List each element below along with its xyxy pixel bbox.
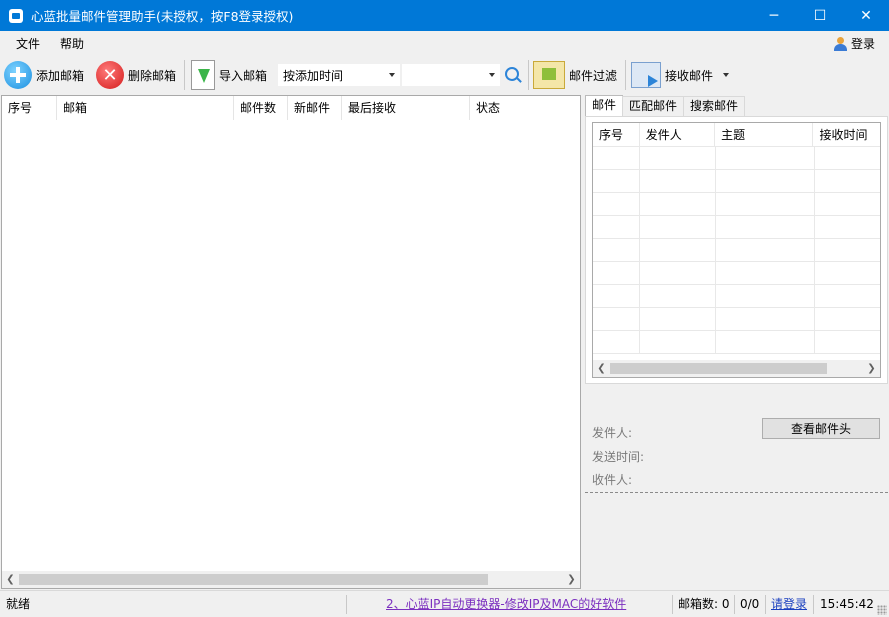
view-header-button[interactable]: 查看邮件头: [762, 418, 880, 439]
minimize-icon: ─: [769, 7, 779, 24]
toolbar-separator: [625, 60, 626, 90]
delete-mailbox-label: 删除邮箱: [128, 68, 177, 83]
table-row: [593, 331, 880, 354]
filter-icon: [533, 61, 565, 89]
user-icon: [833, 36, 847, 51]
table-row: [593, 170, 880, 193]
toolbar-separator: [528, 60, 529, 90]
add-mailbox-button[interactable]: 添加邮箱: [4, 58, 84, 92]
status-bar: 就绪 2、心蓝IP自动更换器-修改IP及MAC的好软件 邮箱数: 0 0/0 请…: [0, 590, 889, 617]
table-row: [593, 308, 880, 331]
status-separator: [734, 595, 735, 614]
filter-select[interactable]: [402, 64, 500, 86]
mailbox-table-header: 序号 邮箱 邮件数 新邮件 最后接收 状态: [2, 96, 580, 120]
mail-table-header: 序号 发件人 主题 接收时间: [593, 123, 880, 147]
scroll-left-icon[interactable]: ❮: [593, 360, 610, 377]
title-bar: 心蓝批量邮件管理助手(未授权，按F8登录授权) ─ ☐ ✕: [0, 0, 889, 31]
table-row: [593, 193, 880, 216]
menu-file[interactable]: 文件: [8, 35, 48, 52]
mail-list[interactable]: 序号 发件人 主题 接收时间 ❮ ❯: [592, 122, 881, 378]
column-header-last-received[interactable]: 最后接收: [342, 96, 470, 120]
mailbox-list[interactable]: 序号 邮箱 邮件数 新邮件 最后接收 状态 ❮ ❯: [1, 95, 581, 589]
menu-help[interactable]: 帮助: [52, 35, 92, 52]
login-button[interactable]: 登录: [833, 35, 875, 52]
chevron-down-icon: [389, 73, 395, 77]
column-header-mailbox[interactable]: 邮箱: [57, 96, 234, 120]
scroll-right-icon[interactable]: ❯: [863, 360, 880, 377]
window-controls: ─ ☐ ✕: [751, 0, 889, 31]
import-icon: [191, 60, 215, 90]
column-header-index[interactable]: 序号: [2, 96, 57, 120]
mail-detail: 查看邮件头 发件人: 发送时间: 收件人:: [585, 388, 888, 588]
table-row: [593, 262, 880, 285]
receive-mail-button[interactable]: 接收邮件: [631, 58, 730, 92]
search-icon[interactable]: [505, 67, 519, 81]
chevron-down-icon[interactable]: [723, 73, 730, 77]
window-title: 心蓝批量邮件管理助手(未授权，按F8登录授权): [31, 9, 294, 24]
horizontal-scrollbar[interactable]: ❮ ❯: [2, 571, 580, 588]
tab-mail[interactable]: 邮件: [585, 95, 624, 117]
close-button[interactable]: ✕: [843, 0, 889, 31]
status-text: 就绪: [6, 597, 31, 611]
scroll-right-icon[interactable]: ❯: [563, 571, 580, 588]
maximize-button[interactable]: ☐: [797, 0, 843, 31]
add-mailbox-label: 添加邮箱: [36, 68, 85, 83]
column-header-received-time[interactable]: 接收时间: [813, 123, 880, 147]
import-mailbox-button[interactable]: 导入邮箱: [191, 58, 267, 92]
status-separator: [765, 595, 766, 614]
status-separator: [346, 595, 347, 614]
sort-select[interactable]: 按添加时间: [278, 64, 400, 86]
maximize-icon: ☐: [813, 7, 827, 24]
delete-mailbox-button[interactable]: ✕ 删除邮箱: [96, 58, 176, 92]
horizontal-scrollbar[interactable]: ❮ ❯: [593, 360, 880, 377]
scrollbar-thumb[interactable]: [610, 363, 827, 374]
app-icon: [9, 8, 23, 23]
table-row: [593, 285, 880, 308]
sender-label: 发件人:: [592, 426, 633, 440]
table-row: [593, 239, 880, 262]
mailbox-count: 邮箱数: 0: [678, 597, 730, 611]
table-row: [593, 216, 880, 239]
sort-select-value: 按添加时间: [283, 68, 344, 83]
mail-filter-label: 邮件过滤: [569, 68, 618, 83]
chevron-down-icon: [489, 73, 495, 77]
scrollbar-thumb[interactable]: [19, 574, 488, 585]
toolbar: 添加邮箱 ✕ 删除邮箱 导入邮箱 按添加时间 邮件过滤 接收邮件: [0, 56, 889, 94]
mail-tab-panel: 序号 发件人 主题 接收时间 ❮ ❯: [585, 116, 888, 384]
tab-matched-mail[interactable]: 匹配邮件: [622, 96, 685, 116]
status-separator: [672, 595, 673, 614]
delete-icon: ✕: [96, 61, 124, 89]
tab-search-mail[interactable]: 搜索邮件: [683, 96, 746, 116]
receive-mail-icon: [631, 62, 661, 88]
progress-count: 0/0: [740, 597, 760, 611]
toolbar-separator: [184, 60, 185, 90]
column-header-status[interactable]: 状态: [470, 96, 560, 120]
clock: 15:45:42: [820, 597, 874, 611]
column-header-index[interactable]: 序号: [593, 123, 640, 147]
divider: [585, 492, 888, 493]
add-icon: [4, 61, 32, 89]
mail-filter-button[interactable]: 邮件过滤: [533, 58, 617, 92]
column-header-mail-count[interactable]: 邮件数: [234, 96, 288, 120]
mail-tabs: 邮件 匹配邮件 搜索邮件: [585, 95, 746, 117]
ad-link[interactable]: 2、心蓝IP自动更换器-修改IP及MAC的好软件: [386, 591, 626, 617]
status-separator: [813, 595, 814, 614]
scroll-left-icon[interactable]: ❮: [2, 571, 19, 588]
login-link[interactable]: 请登录: [771, 591, 807, 617]
recipient-label: 收件人:: [592, 473, 633, 487]
column-header-subject[interactable]: 主题: [715, 123, 814, 147]
minimize-button[interactable]: ─: [751, 0, 797, 31]
sent-time-label: 发送时间:: [592, 450, 645, 464]
table-row: [593, 147, 880, 170]
login-label: 登录: [850, 37, 875, 51]
menu-bar: 文件 帮助 登录: [0, 31, 889, 56]
resize-grip-icon[interactable]: [877, 605, 887, 615]
column-header-new-mail[interactable]: 新邮件: [288, 96, 342, 120]
column-header-sender[interactable]: 发件人: [640, 123, 716, 147]
import-mailbox-label: 导入邮箱: [219, 68, 268, 83]
close-icon: ✕: [860, 7, 872, 24]
receive-mail-label: 接收邮件: [665, 68, 714, 83]
